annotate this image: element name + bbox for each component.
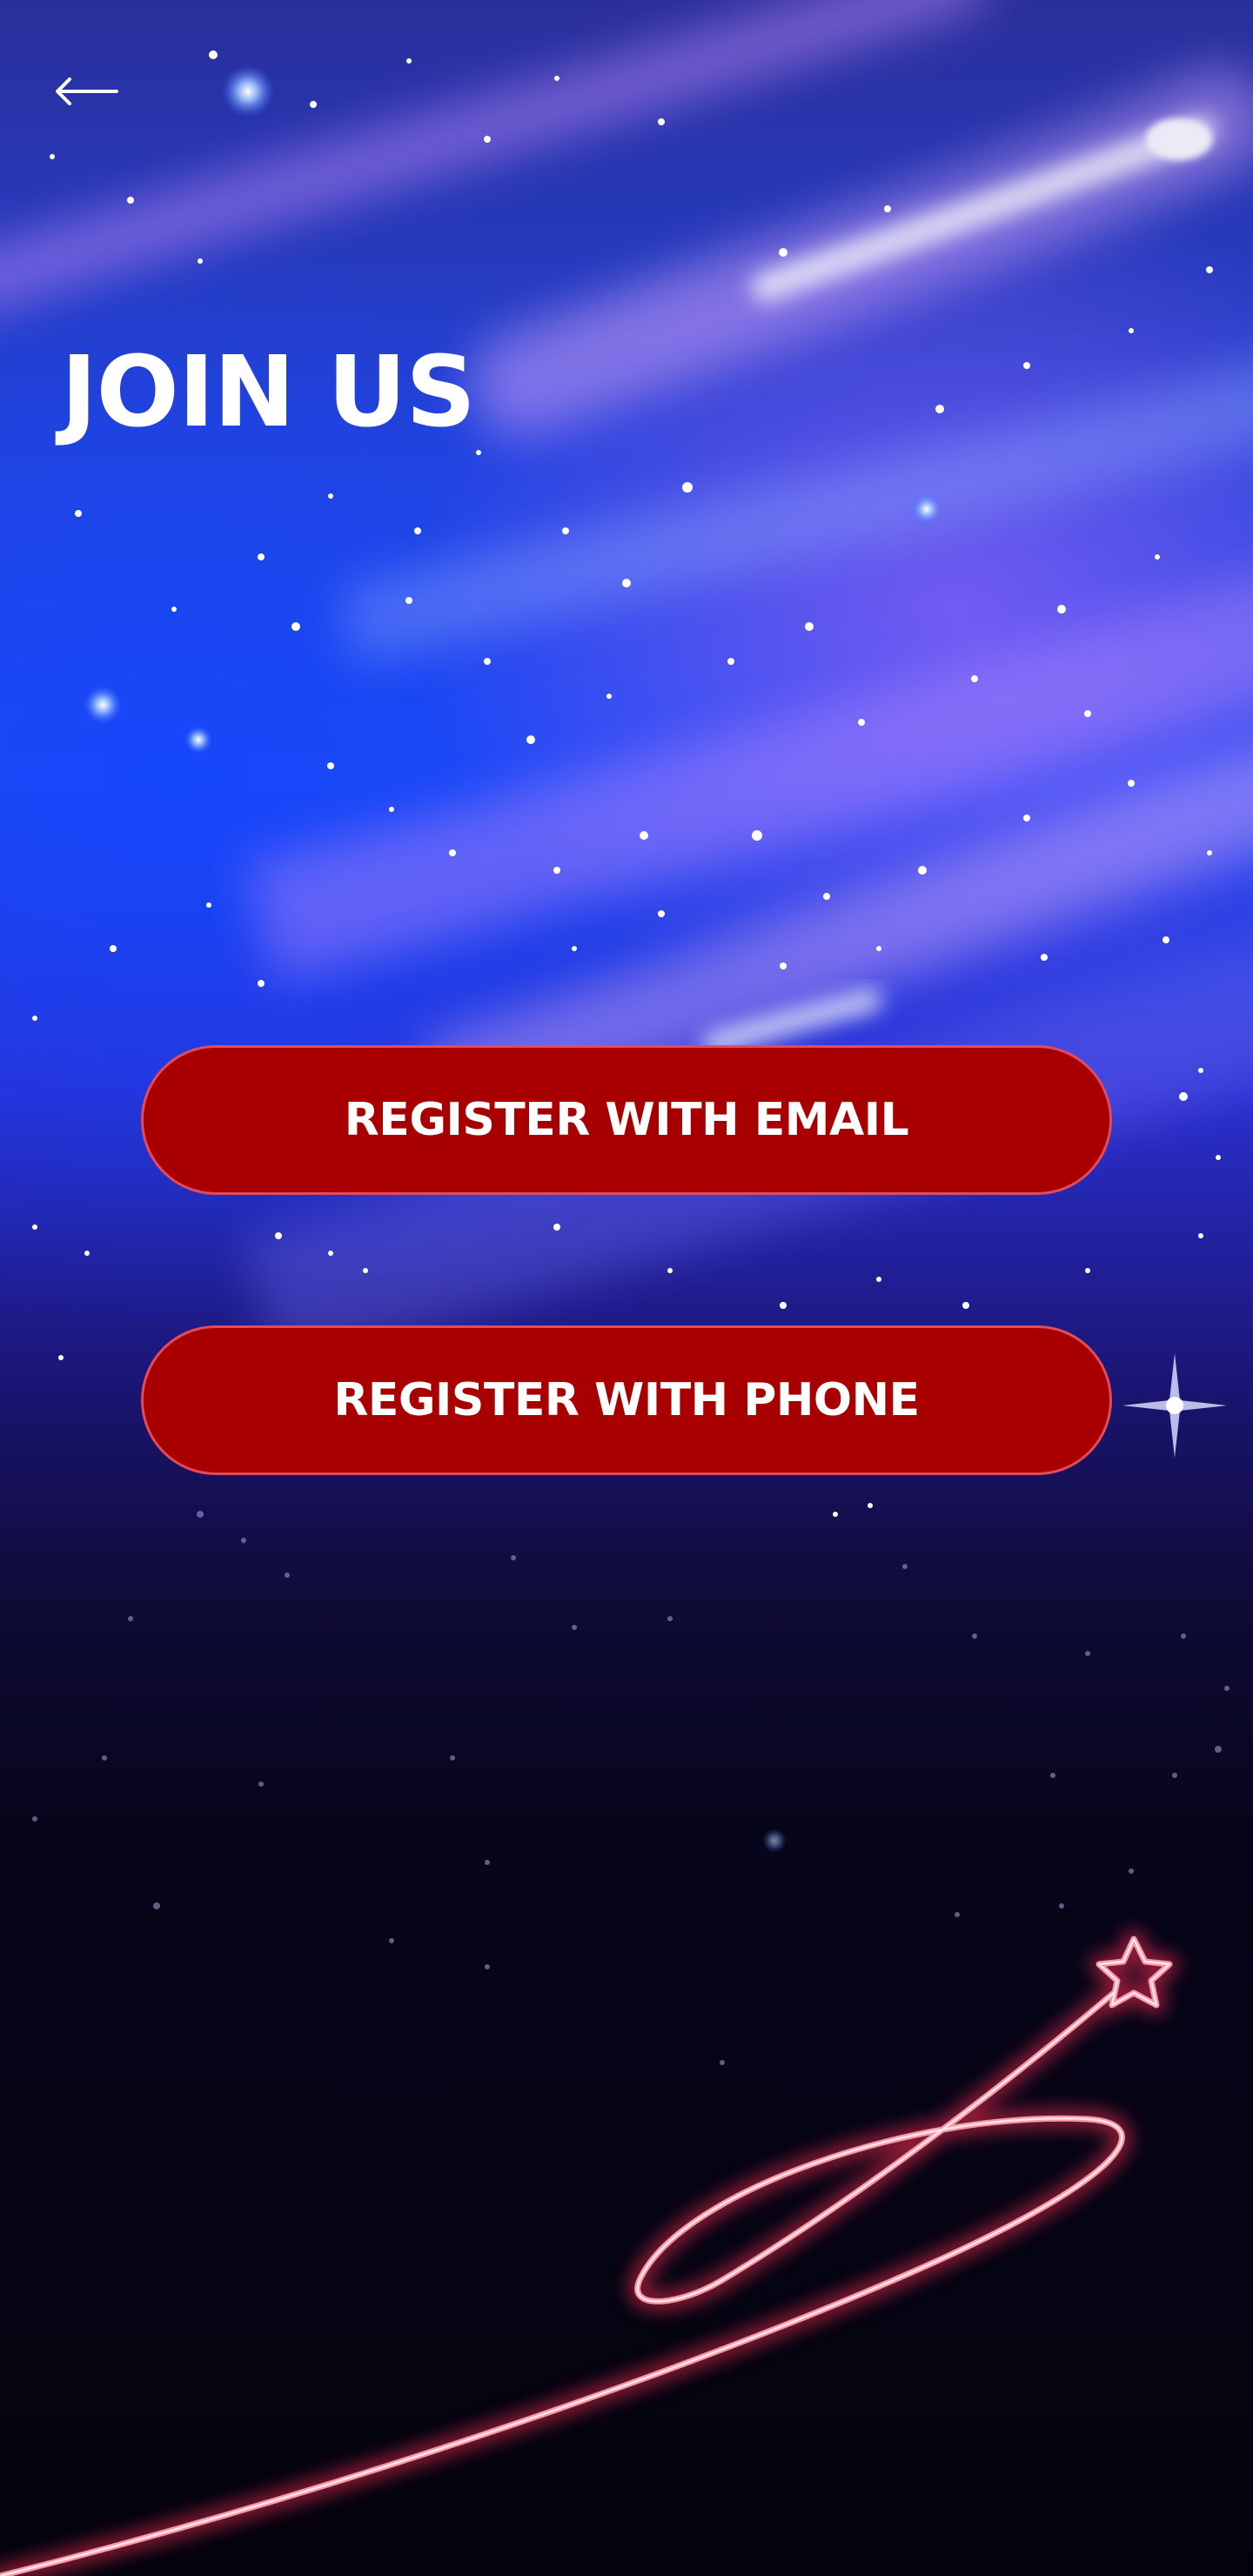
star-dust (32, 50, 1221, 1517)
back-button[interactable] (52, 61, 131, 122)
register-with-email-label: REGISTER WITH EMAIL (344, 1094, 909, 1146)
glow-stars (84, 65, 942, 1853)
neon-trail (0, 1929, 1179, 2576)
page-title: JOIN US (61, 336, 476, 449)
register-with-phone-label: REGISTER WITH PHONE (333, 1374, 920, 1426)
sparkle (1122, 1353, 1227, 1458)
arrow-left-icon (56, 77, 118, 105)
join-us-screen: JOIN US REGISTER WITH EMAIL REGISTER WIT… (0, 0, 1253, 2576)
dim-stars (32, 1511, 1230, 2065)
register-with-email-button[interactable]: REGISTER WITH EMAIL (141, 1045, 1112, 1195)
register-with-phone-button[interactable]: REGISTER WITH PHONE (141, 1325, 1112, 1475)
